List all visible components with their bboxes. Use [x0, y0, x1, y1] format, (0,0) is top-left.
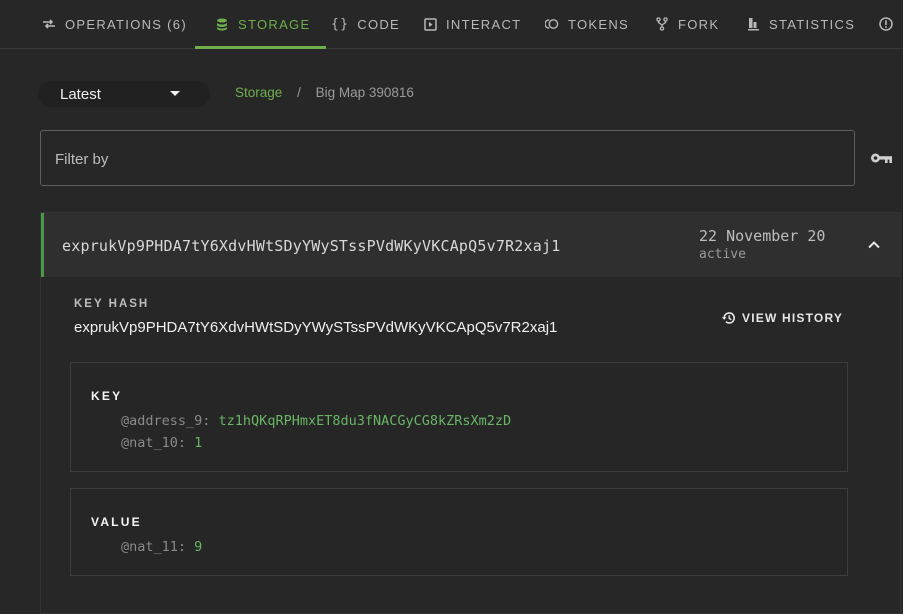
tab-operations[interactable]: Operations (6) [42, 0, 187, 48]
tab-code[interactable]: {} Code [331, 0, 400, 48]
bar-chart-icon [746, 17, 760, 31]
tab-more[interactable] [879, 0, 902, 48]
view-history-button[interactable]: View history [721, 311, 843, 325]
value-title: VALUE [91, 515, 142, 529]
value-field-value: 9 [194, 539, 202, 555]
value-field-name: @nat_11: [121, 539, 186, 555]
tab-storage[interactable]: Storage [215, 0, 310, 48]
key-box: KEY @address_9: tz1hQKqRPHmxET8du3fNACGy… [70, 362, 848, 472]
entry-date: 22 November 20 [699, 227, 832, 245]
breadcrumb-separator: / [297, 85, 301, 100]
version-select-value: Latest [60, 86, 101, 103]
alert-circle-icon [879, 17, 893, 31]
key-title: KEY [91, 389, 122, 403]
bigmap-entry-panel: exprukVp9PHDA7tY6XdvHWtSDyYWySTssPVdWKyV… [40, 212, 901, 614]
tab-label: Tokens [568, 17, 629, 32]
breadcrumb-storage-link[interactable]: Storage [235, 85, 282, 100]
breadcrumb: Storage / Big Map 390816 [235, 85, 414, 100]
tab-label: Operations (6) [65, 17, 187, 32]
value-field-row: @nat_11: 9 [121, 539, 202, 555]
key-field-value[interactable]: tz1hQKqRPHmxET8du3fNACGyCG8kZRsXm2zD [219, 413, 512, 429]
key-field-row: @address_9: tz1hQKqRPHmxET8du3fNACGyCG8k… [121, 413, 511, 429]
key-filter-button[interactable] [870, 151, 894, 169]
fork-icon [655, 17, 669, 31]
key-field-row: @nat_10: 1 [121, 435, 202, 451]
key-field-name: @address_9: [121, 413, 210, 429]
tab-label: Fork [678, 17, 719, 32]
entry-hash: exprukVp9PHDA7tY6XdvHWtSDyYWySTssPVdWKyV… [62, 237, 560, 255]
entry-status: active [699, 247, 746, 262]
caret-down-icon [170, 91, 180, 96]
play-box-icon [423, 17, 437, 31]
filter-input[interactable] [53, 131, 837, 187]
tab-fork[interactable]: Fork [655, 0, 719, 48]
view-history-label: View history [742, 311, 843, 325]
tab-bar: Operations (6) Storage {} Code Interact … [0, 0, 903, 49]
tab-interact[interactable]: Interact [423, 0, 521, 48]
key-icon [870, 152, 893, 164]
tab-tokens[interactable]: Tokens [545, 0, 629, 48]
tab-label: Interact [446, 17, 521, 32]
key-hash-label: Key hash [74, 298, 149, 310]
tab-statistics[interactable]: Statistics [746, 0, 855, 48]
key-hash-value: exprukVp9PHDA7tY6XdvHWtSDyYWySTssPVdWKyV… [74, 319, 557, 336]
key-field-name: @nat_10: [121, 435, 186, 451]
collapse-chevron-icon[interactable] [866, 237, 882, 253]
entry-details: Key hash exprukVp9PHDA7tY6XdvHWtSDyYWyST… [41, 277, 900, 613]
braces-icon: {} [331, 17, 349, 31]
tab-label: Code [357, 17, 400, 32]
history-icon [721, 311, 736, 325]
coins-icon [545, 17, 559, 31]
breadcrumb-current: Big Map 390816 [316, 85, 414, 100]
database-icon [215, 17, 229, 31]
entry-header[interactable]: exprukVp9PHDA7tY6XdvHWtSDyYWySTssPVdWKyV… [41, 213, 900, 277]
filter-field[interactable] [40, 130, 855, 186]
key-hash-label-text: Key hash [74, 298, 149, 310]
swap-arrows-icon [42, 17, 56, 31]
tab-label: Statistics [769, 17, 855, 32]
key-field-value: 1 [194, 435, 202, 451]
value-box: VALUE @nat_11: 9 [70, 488, 848, 576]
version-select[interactable]: Latest [38, 81, 210, 107]
tab-label: Storage [238, 17, 310, 32]
